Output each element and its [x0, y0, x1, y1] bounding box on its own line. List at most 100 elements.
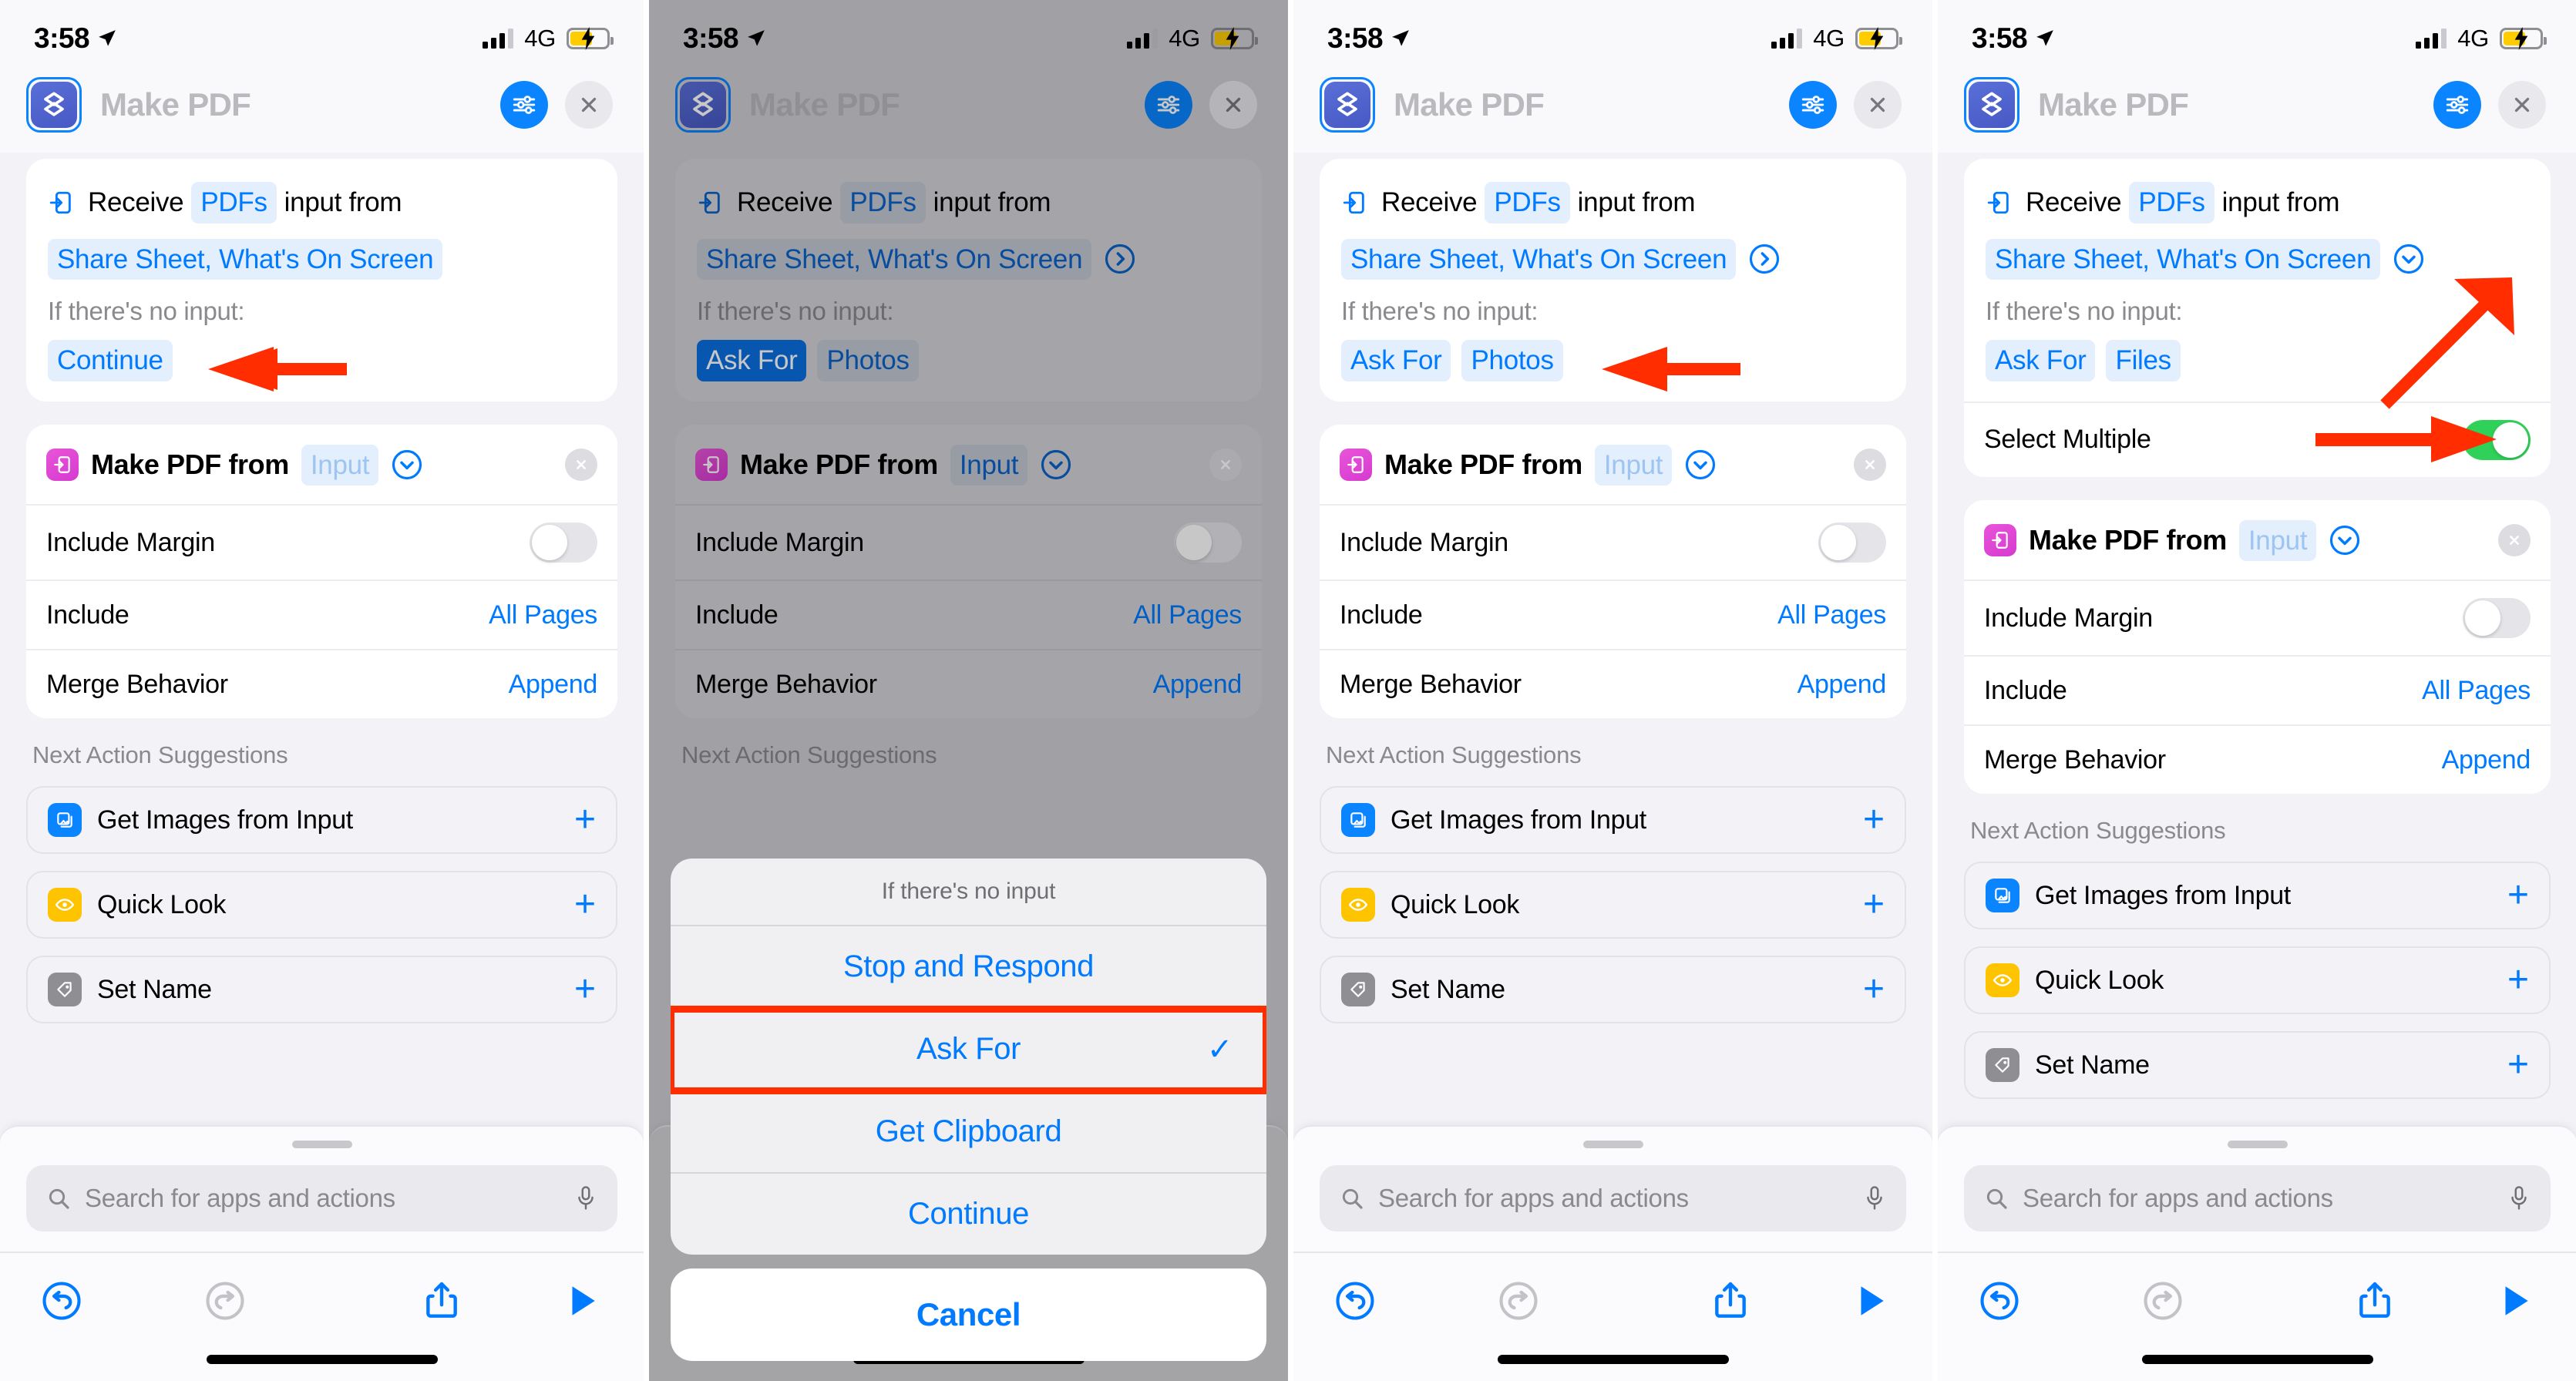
- action-row-merge-behavior[interactable]: Merge Behavior Append: [1320, 649, 1906, 718]
- settings-sliders-icon[interactable]: [1789, 81, 1837, 129]
- sheet-grabber[interactable]: [1582, 1141, 1643, 1148]
- action-row-include[interactable]: Include All Pages: [675, 580, 1262, 649]
- settings-sliders-icon[interactable]: [1145, 81, 1192, 129]
- row-value[interactable]: All Pages: [1777, 600, 1886, 630]
- chevron-down-circle-icon[interactable]: [1684, 449, 1717, 481]
- source-token[interactable]: Share Sheet, What's On Screen: [697, 238, 1092, 280]
- suggestion-quick-look[interactable]: Quick Look +: [1964, 946, 2551, 1014]
- app-icon-selected-frame[interactable]: [1320, 77, 1375, 133]
- app-icon-selected-frame[interactable]: [26, 77, 82, 133]
- settings-sliders-icon[interactable]: [500, 81, 548, 129]
- chevron-right-circle-icon[interactable]: [1748, 243, 1781, 275]
- add-suggestion-button[interactable]: +: [2507, 1046, 2529, 1083]
- action-row-include-margin[interactable]: Include Margin: [1320, 504, 1906, 580]
- action-input-token[interactable]: Input: [950, 444, 1028, 486]
- row-value[interactable]: Append: [2442, 745, 2531, 775]
- undo-icon[interactable]: [34, 1273, 89, 1329]
- undo-icon[interactable]: [1972, 1273, 2027, 1329]
- fallback-continue-token[interactable]: Continue: [48, 340, 173, 381]
- suggestion-get-images-from-input[interactable]: Get Images from Input +: [1320, 786, 1906, 854]
- settings-sliders-icon[interactable]: [2433, 81, 2481, 129]
- remove-x-icon[interactable]: [565, 449, 597, 482]
- add-suggestion-button[interactable]: +: [1863, 801, 1885, 838]
- input-type-token[interactable]: PDFs: [1485, 182, 1570, 223]
- app-icon-selected-frame[interactable]: [675, 77, 731, 133]
- undo-icon[interactable]: [1327, 1273, 1383, 1329]
- row-value[interactable]: All Pages: [489, 600, 597, 630]
- include-margin-toggle[interactable]: [2463, 598, 2531, 638]
- action-input-token[interactable]: Input: [2238, 519, 2317, 561]
- fallback-photos-token[interactable]: Photos: [1461, 340, 1563, 381]
- fallback-ask-for-token[interactable]: Ask For: [697, 340, 807, 381]
- play-icon[interactable]: [1843, 1273, 1898, 1329]
- chevron-down-circle-icon[interactable]: [1040, 449, 1072, 481]
- action-row-include[interactable]: Include All Pages: [26, 580, 617, 649]
- row-value[interactable]: Append: [1797, 670, 1887, 700]
- source-token[interactable]: Share Sheet, What's On Screen: [48, 238, 443, 280]
- include-margin-toggle[interactable]: [530, 522, 597, 563]
- fallback-ask-for-token[interactable]: Ask For: [1341, 340, 1451, 381]
- add-suggestion-button[interactable]: +: [2507, 961, 2529, 998]
- add-suggestion-button[interactable]: +: [1863, 885, 1885, 922]
- action-row-include-margin[interactable]: Include Margin: [1964, 580, 2551, 655]
- include-margin-toggle[interactable]: [1818, 522, 1886, 563]
- share-icon[interactable]: [414, 1273, 469, 1329]
- fallback-ask-for-token[interactable]: Ask For: [1986, 340, 2096, 381]
- add-suggestion-button[interactable]: +: [574, 885, 596, 922]
- close-x-icon[interactable]: [2498, 81, 2546, 129]
- remove-x-icon[interactable]: [1209, 449, 1242, 482]
- source-token[interactable]: Share Sheet, What's On Screen: [1986, 238, 2381, 280]
- suggestion-set-name[interactable]: Set Name +: [1320, 956, 1906, 1023]
- row-value[interactable]: All Pages: [1133, 600, 1242, 630]
- input-type-token[interactable]: PDFs: [2129, 182, 2214, 223]
- add-suggestion-button[interactable]: +: [2507, 876, 2529, 913]
- action-row-merge-behavior[interactable]: Merge Behavior Append: [675, 649, 1262, 718]
- search-input[interactable]: Search for apps and actions: [26, 1165, 617, 1231]
- add-suggestion-button[interactable]: +: [1863, 970, 1885, 1007]
- microphone-icon[interactable]: [2507, 1185, 2531, 1211]
- include-margin-toggle[interactable]: [1174, 522, 1242, 563]
- share-icon[interactable]: [1703, 1273, 1758, 1329]
- suggestion-get-images-from-input[interactable]: Get Images from Input +: [1964, 862, 2551, 929]
- remove-x-icon[interactable]: [1854, 449, 1886, 482]
- share-icon[interactable]: [2347, 1273, 2403, 1329]
- fallback-photos-token[interactable]: Photos: [817, 340, 919, 381]
- close-x-icon[interactable]: [1209, 81, 1257, 129]
- microphone-icon[interactable]: [1863, 1185, 1886, 1211]
- remove-x-icon[interactable]: [2498, 524, 2531, 557]
- suggestion-get-images-from-input[interactable]: Get Images from Input +: [26, 786, 617, 854]
- action-input-token[interactable]: Input: [301, 444, 379, 486]
- search-input[interactable]: Search for apps and actions: [1320, 1165, 1906, 1231]
- fallback-files-token[interactable]: Files: [2106, 340, 2181, 381]
- input-type-token[interactable]: PDFs: [191, 182, 277, 223]
- action-row-merge-behavior[interactable]: Merge Behavior Append: [1964, 724, 2551, 794]
- select-multiple-row[interactable]: Select Multiple: [1964, 401, 2551, 477]
- action-sheet-option-continue[interactable]: Continue: [671, 1174, 1266, 1255]
- input-type-token[interactable]: PDFs: [840, 182, 926, 223]
- microphone-icon[interactable]: [574, 1185, 597, 1211]
- chevron-down-circle-icon[interactable]: [2329, 524, 2361, 556]
- add-suggestion-button[interactable]: +: [574, 801, 596, 838]
- add-suggestion-button[interactable]: +: [574, 970, 596, 1007]
- action-sheet-option-stop-and-respond[interactable]: Stop and Respond: [671, 926, 1266, 1009]
- row-value[interactable]: All Pages: [2422, 676, 2531, 706]
- action-row-include[interactable]: Include All Pages: [1964, 655, 2551, 724]
- suggestion-quick-look[interactable]: Quick Look +: [26, 871, 617, 939]
- chevron-down-circle-icon[interactable]: [391, 449, 423, 481]
- chevron-right-circle-icon[interactable]: [1104, 243, 1136, 275]
- close-x-icon[interactable]: [1854, 81, 1902, 129]
- action-row-include-margin[interactable]: Include Margin: [26, 504, 617, 580]
- suggestion-quick-look[interactable]: Quick Look +: [1320, 871, 1906, 939]
- play-icon[interactable]: [2487, 1273, 2543, 1329]
- action-sheet-option-get-clipboard[interactable]: Get Clipboard: [671, 1091, 1266, 1174]
- suggestion-set-name[interactable]: Set Name +: [1964, 1031, 2551, 1099]
- action-sheet-option-ask-for[interactable]: Ask For ✓: [671, 1006, 1266, 1094]
- close-x-icon[interactable]: [565, 81, 613, 129]
- sheet-grabber[interactable]: [2227, 1141, 2288, 1148]
- suggestion-set-name[interactable]: Set Name +: [26, 956, 617, 1023]
- source-token[interactable]: Share Sheet, What's On Screen: [1341, 238, 1737, 280]
- action-sheet-cancel-button[interactable]: Cancel: [671, 1268, 1266, 1361]
- play-icon[interactable]: [554, 1273, 610, 1329]
- select-multiple-toggle[interactable]: [2463, 419, 2531, 460]
- action-row-merge-behavior[interactable]: Merge Behavior Append: [26, 649, 617, 718]
